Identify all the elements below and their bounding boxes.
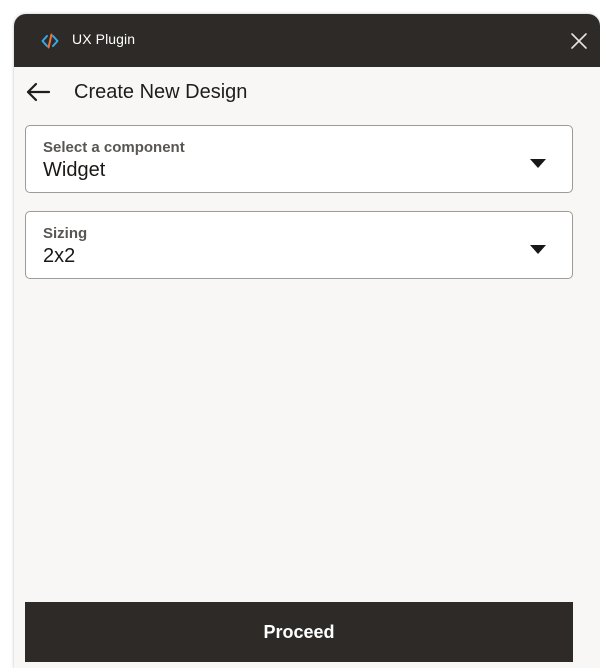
component-select[interactable]: Select a component Widget [25, 125, 573, 193]
title-bar: UX Plugin [14, 14, 600, 67]
component-select-label: Select a component [43, 139, 185, 156]
arrow-left-icon[interactable] [25, 81, 51, 103]
proceed-button[interactable]: Proceed [25, 602, 573, 662]
plugin-window: UX Plugin Create New Design Select a com… [14, 14, 600, 668]
caret-down-icon [530, 155, 546, 168]
code-icon [41, 32, 59, 50]
caret-down-icon [530, 241, 546, 254]
sizing-select-label: Sizing [43, 225, 88, 242]
app-title: UX Plugin [72, 31, 136, 47]
close-icon[interactable] [568, 30, 590, 52]
sizing-select-value: 2x2 [43, 245, 76, 267]
page-title: Create New Design [74, 81, 248, 103]
component-select-value: Widget [43, 159, 106, 181]
page-header: Create New Design [14, 67, 600, 119]
sizing-select[interactable]: Sizing 2x2 [25, 211, 573, 279]
